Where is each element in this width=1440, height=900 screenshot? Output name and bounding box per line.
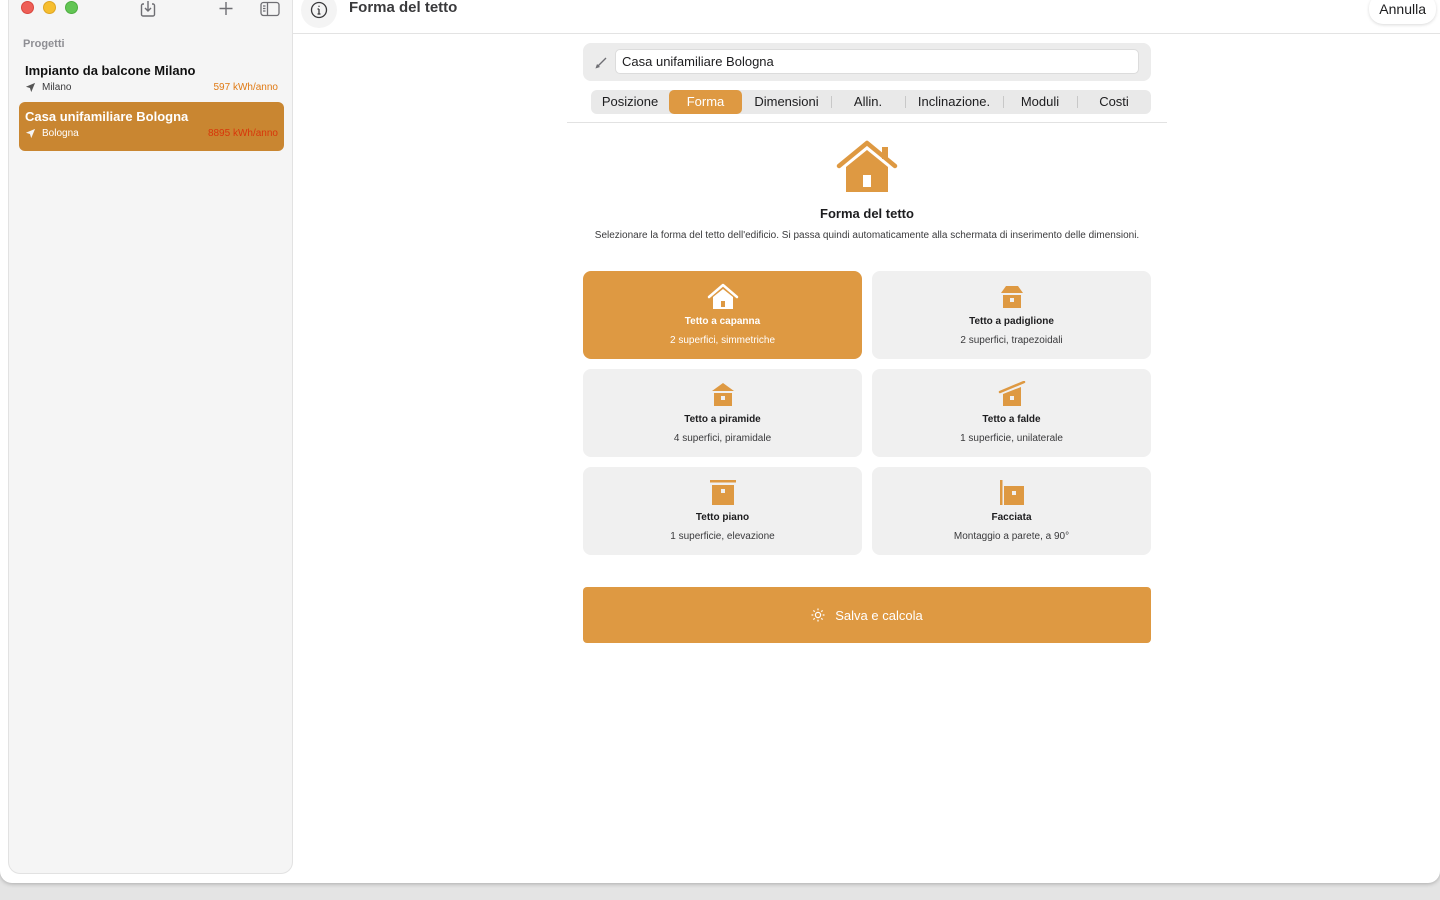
zoom-window-button[interactable] [65, 1, 78, 14]
project-item[interactable]: Impianto da balcone Milano Milano 597 kW… [19, 56, 284, 105]
pyramid-roof-icon [711, 383, 734, 406]
roof-option-subtitle: 1 superficie, elevazione [670, 531, 775, 542]
shed-roof-icon [998, 381, 1025, 406]
sidebar-icon [260, 1, 280, 17]
roof-option-title: Tetto a padiglione [969, 316, 1054, 327]
tab-allineamento[interactable]: Allin. [831, 90, 905, 114]
project-name-input[interactable] [615, 49, 1139, 74]
roof-option-title: Facciata [991, 512, 1032, 523]
location-arrow-icon [25, 82, 36, 93]
project-location: Bologna [42, 128, 79, 139]
house-icon [836, 140, 898, 192]
info-icon [310, 1, 328, 19]
roof-option-facade[interactable]: Facciata Montaggio a parete, a 90° [872, 467, 1151, 555]
toggle-sidebar-button[interactable] [259, 0, 281, 18]
cancel-button[interactable]: Annulla [1369, 0, 1436, 24]
roof-option-subtitle: 2 superfici, trapezoidali [960, 335, 1063, 346]
project-name-field [583, 43, 1151, 81]
project-location: Milano [42, 82, 72, 93]
gable-roof-icon [707, 283, 738, 309]
roof-option-title: Tetto piano [695, 512, 750, 523]
roof-option-title: Tetto a capanna [684, 316, 761, 327]
location-arrow-icon [25, 128, 36, 139]
save-button-label: Salva e calcola [835, 607, 923, 623]
tab-inclinazione[interactable]: Inclinazione. [905, 90, 1003, 114]
roof-option-subtitle: 1 superficie, unilaterale [960, 433, 1063, 444]
projects-section-label: Progetti [23, 38, 65, 50]
facade-icon [999, 480, 1024, 505]
project-item-selected[interactable]: Casa unifamiliare Bologna Bologna 8895 k… [19, 102, 284, 151]
roof-option-hip[interactable]: Tetto a padiglione 2 superfici, trapezoi… [872, 271, 1151, 359]
section-heading: Forma del tetto [820, 206, 914, 221]
roof-option-pyramid[interactable]: Tetto a piramide 4 superfici, piramidale [583, 369, 862, 457]
import-button[interactable] [137, 0, 159, 18]
sidebar: Progetti Impianto da balcone Milano Mila… [8, 0, 293, 874]
roof-option-title: Tetto a piramide [684, 414, 761, 425]
project-title: Casa unifamiliare Bologna [25, 109, 189, 124]
info-button[interactable] [301, 0, 337, 28]
project-title: Impianto da balcone Milano [25, 63, 196, 78]
hip-roof-icon [1000, 286, 1023, 308]
pencil-icon [595, 57, 607, 69]
tab-dimensioni[interactable]: Dimensioni [742, 90, 831, 114]
tab-forma[interactable]: Forma [669, 90, 742, 114]
toolbar: Forma del tetto Annulla [293, 0, 1440, 34]
section-description: Selezionare la forma del tetto dell'edif… [594, 230, 1140, 241]
divider [567, 122, 1167, 123]
page-title: Forma del tetto [349, 0, 458, 16]
download-tray-icon [140, 1, 156, 17]
roof-option-subtitle: 4 superfici, piramidale [673, 433, 772, 444]
close-window-button[interactable] [21, 1, 34, 14]
project-yield: 8895 kWh/anno [207, 128, 278, 139]
flat-roof-icon [709, 480, 736, 505]
save-and-calculate-button[interactable]: Salva e calcola [583, 587, 1151, 643]
project-yield: 597 kWh/anno [213, 82, 279, 93]
sun-icon [811, 608, 825, 622]
add-project-button[interactable] [215, 0, 237, 18]
roof-option-subtitle: Montaggio a parete, a 90° [953, 531, 1070, 542]
window-controls [21, 1, 78, 14]
tab-posizione[interactable]: Posizione [591, 90, 669, 114]
minimize-window-button[interactable] [43, 1, 56, 14]
app-window: Progetti Impianto da balcone Milano Mila… [0, 0, 1440, 883]
tab-moduli[interactable]: Moduli [1003, 90, 1077, 114]
step-tabs: Posizione Forma Dimensioni Allin. Inclin… [591, 90, 1151, 114]
roof-option-flat[interactable]: Tetto piano 1 superficie, elevazione [583, 467, 862, 555]
plus-icon [219, 2, 233, 15]
roof-option-gable[interactable]: Tetto a capanna 2 superfici, simmetriche [583, 271, 862, 359]
roof-option-subtitle: 2 superfici, simmetriche [669, 335, 776, 346]
roof-option-title: Tetto a falde [982, 414, 1041, 425]
tab-costi[interactable]: Costi [1077, 90, 1151, 114]
roof-option-shed[interactable]: Tetto a falde 1 superficie, unilaterale [872, 369, 1151, 457]
